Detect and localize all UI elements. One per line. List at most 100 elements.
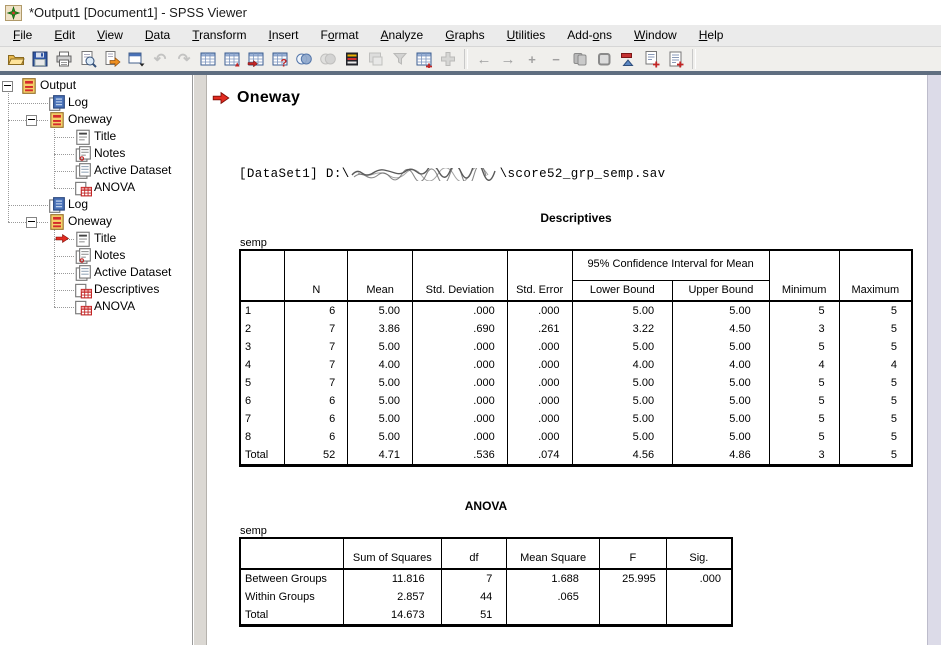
variable-info-button[interactable]: ?	[268, 48, 292, 70]
value-cell: .000	[507, 338, 572, 356]
outline-item-label: Oneway	[68, 213, 112, 230]
collapse-outline-button[interactable]: −	[544, 48, 568, 70]
outline-item-oneway[interactable]: Oneway	[0, 213, 192, 230]
descriptives-table[interactable]: NMeanStd. DeviationStd. Error 95% Confid…	[239, 249, 913, 467]
menu-view[interactable]: View	[86, 25, 134, 46]
variable-info-icon: ?	[271, 50, 289, 68]
insert-object-button	[436, 48, 460, 70]
dataset-item-icon	[74, 264, 90, 280]
run-script-button[interactable]	[340, 48, 364, 70]
demote-outline-icon: →	[501, 52, 516, 67]
table-item-icon	[74, 179, 90, 195]
value-cell: 4.00	[572, 356, 673, 374]
outline-item-active-dataset[interactable]: Active Dataset	[0, 264, 192, 281]
insert-new-text-button[interactable]	[664, 48, 688, 70]
show-output-button[interactable]	[568, 48, 592, 70]
menu-graphs[interactable]: Graphs	[434, 25, 495, 46]
open-file-button[interactable]	[4, 48, 28, 70]
menu-transform[interactable]: Transform	[181, 25, 257, 46]
dialog-recall-button[interactable]	[124, 48, 148, 70]
print-preview-button[interactable]	[76, 48, 100, 70]
value-cell: 25.995	[599, 569, 666, 588]
insert-object-icon	[439, 50, 457, 68]
row-label-cell: Total	[240, 606, 344, 626]
descriptives-row: 273.86.690.2613.224.5035	[240, 320, 912, 338]
use-variable-sets-button[interactable]	[292, 48, 316, 70]
outline-item-label: Output	[40, 77, 76, 94]
outline-item-active-dataset[interactable]: Active Dataset	[0, 162, 192, 179]
value-cell: 4.86	[673, 446, 770, 466]
collapse-box[interactable]	[26, 217, 37, 228]
outline-item-anova[interactable]: ANOVA	[0, 179, 192, 196]
anova-row: Within Groups2.85744.065	[240, 588, 732, 606]
outline-item-log[interactable]: Log	[0, 94, 192, 111]
menu-help[interactable]: Help	[688, 25, 735, 46]
menu-format[interactable]: Format	[310, 25, 370, 46]
outline-item-label: ANOVA	[94, 298, 135, 315]
insert-new-title-button[interactable]	[640, 48, 664, 70]
outline-item-label: Descriptives	[94, 281, 159, 298]
notes-item-icon	[74, 145, 90, 161]
menu-edit[interactable]: Edit	[43, 25, 86, 46]
promote-outline-icon: ←	[477, 52, 492, 67]
value-cell: 7	[285, 374, 348, 392]
desc-ci-group-header: 95% Confidence Interval for Mean	[572, 250, 769, 280]
menu-data[interactable]: Data	[134, 25, 181, 46]
content-scrollbar[interactable]	[927, 75, 941, 645]
value-cell: 5	[839, 320, 912, 338]
export-output-button[interactable]	[100, 48, 124, 70]
value-cell: 11.816	[344, 569, 442, 588]
anova-row: Between Groups11.81671.68825.995.000	[240, 569, 732, 588]
value-cell: 7	[285, 338, 348, 356]
insert-table-button[interactable]	[412, 48, 436, 70]
anova-table[interactable]: Sum of SquaresdfMean SquareFSig.Between …	[239, 537, 733, 627]
collapse-box[interactable]	[26, 115, 37, 126]
menu-window[interactable]: Window	[623, 25, 688, 46]
variables-icon	[247, 50, 265, 68]
menu-file[interactable]: File	[2, 25, 43, 46]
value-cell: 4	[769, 356, 839, 374]
menu-insert[interactable]: Insert	[257, 25, 309, 46]
output-pane[interactable]: Oneway [DataSet1] D:\ \score52_grp_semp.…	[207, 75, 941, 645]
insert-heading-button[interactable]	[616, 48, 640, 70]
descriptives-row: 865.00.000.0005.005.0055	[240, 428, 912, 446]
outline-item-output[interactable]: Output	[0, 77, 192, 94]
hide-output-button[interactable]	[592, 48, 616, 70]
descriptives-row: 575.00.000.0005.005.0055	[240, 374, 912, 392]
demote-outline-button[interactable]: →	[496, 48, 520, 70]
collapse-box[interactable]	[2, 81, 13, 92]
goto-data-button[interactable]	[196, 48, 220, 70]
value-cell: 6	[285, 410, 348, 428]
value-cell	[599, 588, 666, 606]
expand-outline-button[interactable]: +	[520, 48, 544, 70]
menu-analyze[interactable]: Analyze	[370, 25, 435, 46]
dialog-recall-icon	[127, 50, 145, 68]
print-button[interactable]	[52, 48, 76, 70]
outline-item-label: Notes	[94, 145, 125, 162]
value-cell: 5.00	[673, 428, 770, 446]
value-cell: 5.00	[673, 301, 770, 320]
use-variable-sets-icon	[295, 50, 313, 68]
outline-item-notes[interactable]: Notes	[0, 247, 192, 264]
outline-item-title[interactable]: Title	[0, 128, 192, 145]
menu-addons[interactable]: Add-ons	[556, 25, 623, 46]
outline-item-title[interactable]: Title	[0, 230, 192, 247]
value-cell: 1.688	[507, 569, 600, 588]
outline-item-descriptives[interactable]: Descriptives	[0, 281, 192, 298]
outline-item-log[interactable]: Log	[0, 196, 192, 213]
outline-item-anova[interactable]: ANOVA	[0, 298, 192, 315]
goto-case-button[interactable]	[220, 48, 244, 70]
value-cell	[666, 606, 732, 626]
anova-col-header: Sum of Squares	[344, 538, 442, 569]
outline-item-notes[interactable]: Notes	[0, 145, 192, 162]
outline-pane[interactable]: OutputLogOnewayTitleNotesActive DatasetA…	[0, 75, 193, 645]
value-cell: 5	[839, 428, 912, 446]
save-file-button[interactable]	[28, 48, 52, 70]
promote-outline-button[interactable]: ←	[472, 48, 496, 70]
pane-splitter[interactable]	[193, 75, 207, 645]
value-cell: 51	[441, 606, 507, 626]
variables-button[interactable]	[244, 48, 268, 70]
redo-button: ↷	[172, 48, 196, 70]
outline-item-oneway[interactable]: Oneway	[0, 111, 192, 128]
menu-utilities[interactable]: Utilities	[496, 25, 557, 46]
